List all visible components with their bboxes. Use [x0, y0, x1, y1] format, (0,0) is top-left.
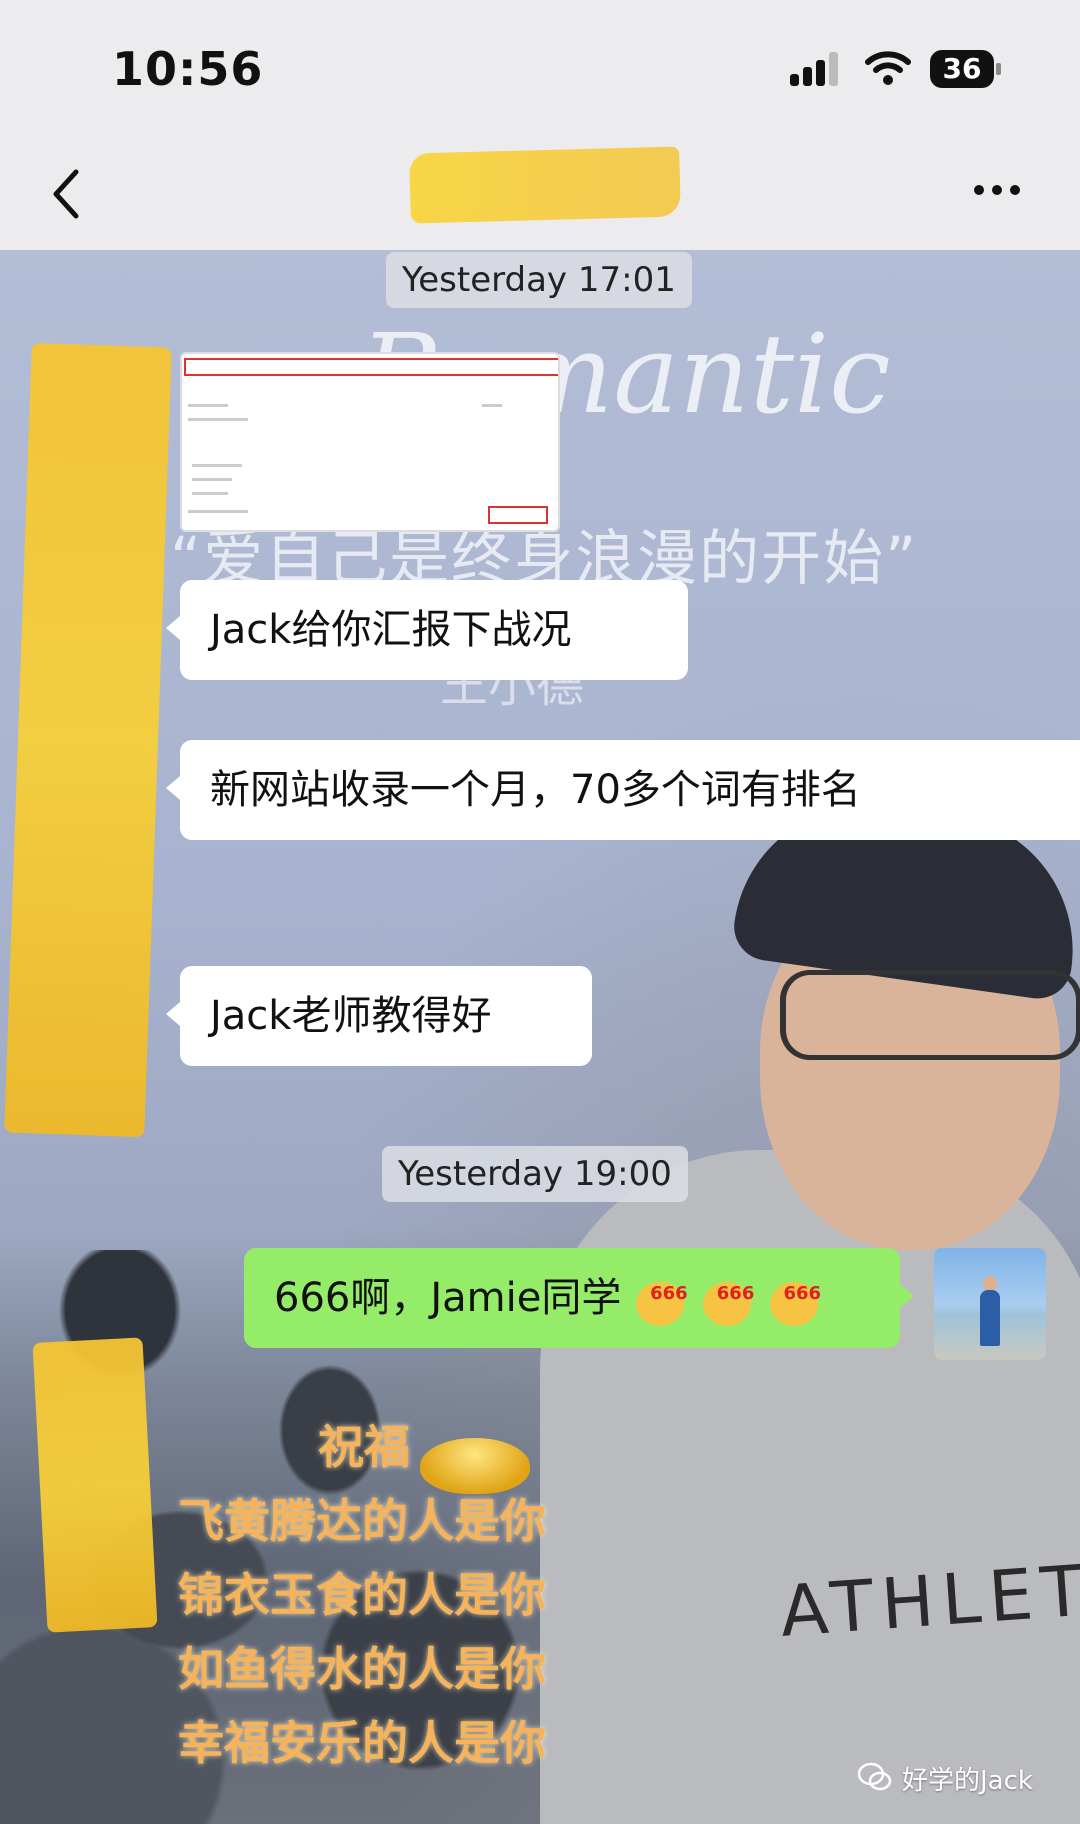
my-avatar[interactable]	[934, 1248, 1046, 1360]
avatar-redacted[interactable]	[32, 1337, 158, 1633]
chat-header	[0, 140, 1080, 250]
message-text: Jack老师教得好	[210, 993, 492, 1039]
chat-title-redacted	[409, 146, 681, 224]
blessing-line: 如鱼得水的人是你	[178, 1642, 546, 1696]
blessing-line: 祝福	[318, 1420, 410, 1474]
wifi-icon	[864, 50, 912, 90]
watermark-text: 好学的Jack	[902, 1766, 1033, 1796]
screenshot-highlight	[488, 506, 548, 524]
message-bubble-outgoing[interactable]: 666啊，Jamie同学 666 666 666	[244, 1248, 914, 1348]
message-text: 666啊，Jamie同学	[274, 1275, 622, 1321]
blessing-line: 锦衣玉食的人是你	[178, 1568, 546, 1622]
battery-level: 36	[930, 50, 994, 88]
wallpaper-person-glasses	[780, 970, 1080, 1060]
avatar-redacted[interactable]	[4, 342, 172, 1138]
more-options-button[interactable]	[974, 180, 1034, 210]
blessing-line: 飞黄腾达的人是你	[178, 1494, 546, 1548]
message-bubble-incoming[interactable]: 新网站收录一个月，70多个词有排名	[166, 740, 1080, 840]
ellipsis-icon	[974, 180, 1028, 199]
screenshot-highlight	[184, 358, 558, 376]
message-bubble-incoming[interactable]: Jack给你汇报下战况	[166, 580, 688, 680]
image-message[interactable]	[180, 352, 560, 532]
message-text: Jack给你汇报下战况	[210, 607, 572, 653]
smirk-666-emoji-icon: 666	[702, 1274, 755, 1326]
chevron-left-icon	[53, 169, 79, 219]
smirk-666-emoji-icon: 666	[636, 1274, 688, 1326]
smirk-666-emoji-icon: 666	[769, 1274, 822, 1326]
message-text: 新网站收录一个月，70多个词有排名	[210, 767, 861, 813]
battery-icon: 36	[930, 50, 1001, 88]
blessing-line: 幸福安乐的人是你	[178, 1716, 546, 1770]
status-bar: 10:56 36	[0, 0, 1080, 140]
back-button[interactable]	[40, 164, 100, 224]
signal-icon	[790, 52, 846, 90]
wechat-icon	[858, 1762, 892, 1791]
message-bubble-incoming[interactable]: Jack老师教得好	[166, 966, 592, 1066]
status-time: 10:56	[112, 42, 264, 96]
message-timestamp: Yesterday 19:00	[382, 1146, 688, 1202]
message-timestamp: Yesterday 17:01	[386, 252, 692, 308]
wallpaper-blessing: 祝福 飞黄腾达的人是你 锦衣玉食的人是你 如鱼得水的人是你 幸福安乐的人是你	[178, 1410, 546, 1780]
